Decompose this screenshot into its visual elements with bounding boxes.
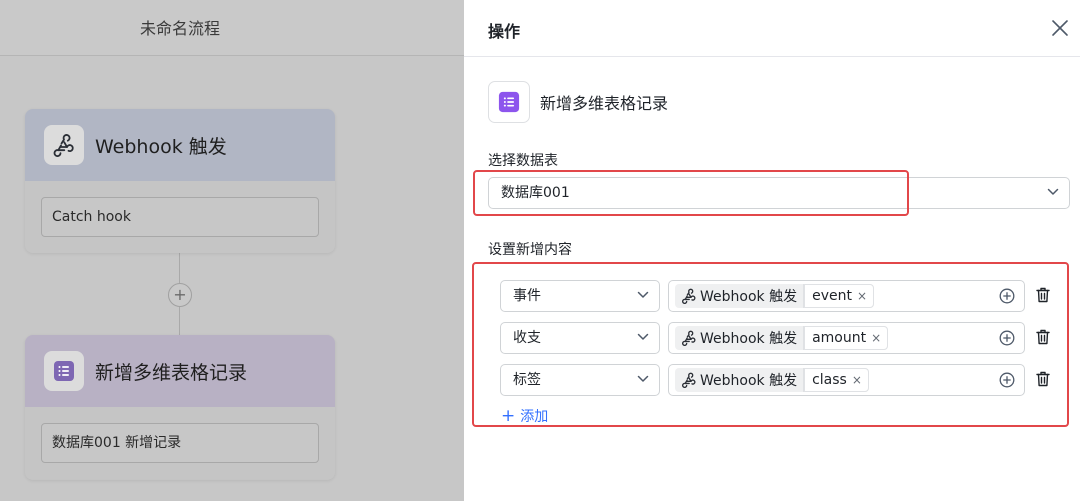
- variable-chip[interactable]: Webhook 触发 amount ×: [675, 326, 889, 350]
- chip-value: event ×: [804, 284, 875, 308]
- add-variable-icon[interactable]: [999, 330, 1015, 346]
- action-node-field[interactable]: 数据库001 新增记录: [41, 423, 319, 463]
- delete-icon[interactable]: [1036, 287, 1050, 303]
- flow-title[interactable]: 未命名流程: [0, 15, 360, 39]
- chip-source-label: Webhook 触发: [700, 289, 798, 305]
- trigger-node-body: Catch hook: [25, 181, 335, 253]
- plus-icon: +: [501, 405, 516, 426]
- value-input[interactable]: Webhook 触发 class ×: [668, 364, 1025, 396]
- webhook-icon: [44, 125, 84, 165]
- connector-line: [179, 307, 180, 335]
- action-title: 新增多维表格记录: [540, 94, 669, 113]
- panel-header: 操作: [464, 0, 1080, 57]
- webhook-icon: [682, 330, 696, 346]
- chip-remove-icon[interactable]: ×: [852, 373, 862, 387]
- panel-title: 操作: [488, 22, 521, 41]
- add-field-label: 添加: [520, 409, 549, 425]
- trigger-node[interactable]: Webhook 触发 Catch hook: [25, 109, 335, 253]
- value-input[interactable]: Webhook 触发 event ×: [668, 280, 1025, 312]
- bitable-icon: [44, 351, 84, 391]
- variable-chip[interactable]: Webhook 触发 event ×: [675, 284, 875, 308]
- webhook-icon: [682, 372, 696, 388]
- action-node[interactable]: 新增多维表格记录 数据库001 新增记录: [25, 335, 335, 480]
- add-variable-icon[interactable]: [999, 372, 1015, 388]
- canvas-header: 未命名流程: [0, 0, 464, 56]
- field-select[interactable]: 收支: [500, 322, 660, 354]
- content-label: 设置新增内容: [488, 242, 572, 258]
- chip-source-label: Webhook 触发: [700, 331, 798, 347]
- chip-value: class ×: [804, 368, 869, 392]
- chevron-down-icon: [637, 375, 649, 382]
- field-select-value: 事件: [513, 288, 541, 304]
- connector-line: [179, 253, 180, 283]
- chip-value-label: amount: [812, 330, 867, 346]
- chip-value-label: event: [812, 288, 852, 304]
- chevron-down-icon: [637, 333, 649, 340]
- table-select-label: 选择数据表: [488, 153, 558, 169]
- add-variable-icon[interactable]: [999, 288, 1015, 304]
- field-select-value: 标签: [513, 372, 541, 388]
- bitable-icon: [488, 81, 530, 123]
- table-select[interactable]: 数据库001: [488, 177, 1070, 209]
- chip-source-label: Webhook 触发: [700, 373, 798, 389]
- action-node-title: 新增多维表格记录: [95, 361, 248, 384]
- chevron-down-icon: [1047, 188, 1059, 195]
- chip-source: Webhook 触发: [675, 368, 805, 392]
- delete-icon[interactable]: [1036, 329, 1050, 345]
- chip-remove-icon[interactable]: ×: [871, 331, 881, 345]
- close-icon[interactable]: [1048, 16, 1072, 40]
- value-input[interactable]: Webhook 触发 amount ×: [668, 322, 1025, 354]
- action-panel: 操作 新增多维表格记录 选择数据表 数据库001 设置新增内容 事件 Webho…: [464, 0, 1080, 501]
- trigger-node-field[interactable]: Catch hook: [41, 197, 319, 237]
- field-select-value: 收支: [513, 330, 541, 346]
- add-step-button[interactable]: +: [168, 283, 192, 307]
- action-summary: 新增多维表格记录: [488, 81, 668, 123]
- trigger-node-header: Webhook 触发: [25, 109, 335, 181]
- table-select-value: 数据库001: [501, 185, 570, 201]
- chip-source: Webhook 触发: [675, 284, 805, 308]
- webhook-icon: [682, 288, 696, 304]
- action-node-body: 数据库001 新增记录: [25, 407, 335, 479]
- trigger-node-title: Webhook 触发: [95, 135, 227, 158]
- action-node-header: 新增多维表格记录: [25, 335, 335, 407]
- chevron-down-icon: [637, 291, 649, 298]
- chip-remove-icon[interactable]: ×: [857, 289, 867, 303]
- delete-icon[interactable]: [1036, 371, 1050, 387]
- chip-value-label: class: [812, 372, 847, 388]
- field-select[interactable]: 标签: [500, 364, 660, 396]
- add-field-button[interactable]: + 添加: [501, 406, 548, 426]
- chip-value: amount ×: [804, 326, 889, 350]
- field-select[interactable]: 事件: [500, 280, 660, 312]
- variable-chip[interactable]: Webhook 触发 class ×: [675, 368, 869, 392]
- chip-source: Webhook 触发: [675, 326, 805, 350]
- flow-canvas: 未命名流程 Webhook 触发 Catch hook + 新增多维表格记录 数…: [0, 0, 464, 501]
